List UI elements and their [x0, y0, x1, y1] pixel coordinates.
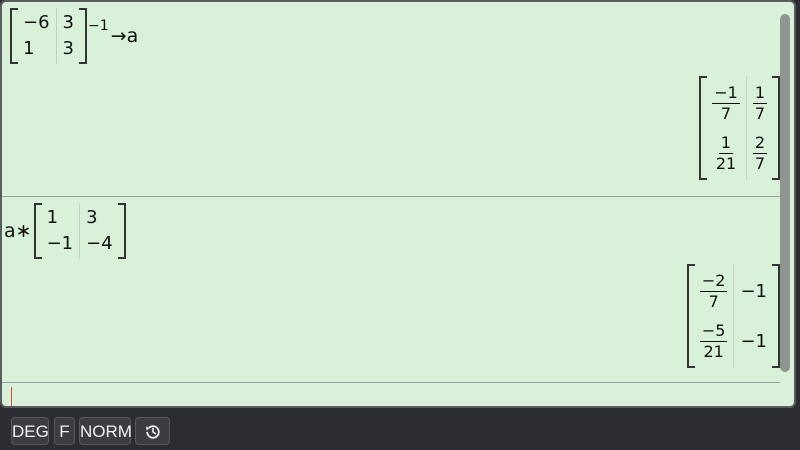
matrix-cell: 1 21 [712, 128, 740, 178]
history-scrollbar[interactable] [780, 14, 790, 372]
matrix-column: 3 3 [55, 8, 80, 64]
history-icon [145, 425, 160, 439]
matrix-cell: 1 [46, 207, 59, 228]
numerator: −2 [699, 270, 728, 292]
matrix-column: 1 −1 [41, 203, 80, 259]
matrix-cell: 2 7 [752, 128, 767, 178]
history-entry[interactable]: −6 1 3 3 −1 → a −1 7 1 21 1 7 2 7 [2, 2, 780, 197]
fraction: 1 21 [714, 133, 738, 174]
store-arrow: → [110, 25, 127, 47]
denominator: 7 [720, 103, 732, 123]
numerator: 2 [752, 132, 767, 154]
result-matrix: −2 7 −5 21 −1 −1 [686, 264, 781, 368]
history-button[interactable] [135, 417, 170, 445]
fraction: −5 21 [699, 320, 728, 362]
format-mode-button[interactable]: F [54, 417, 75, 445]
matrix-cell: 3 [62, 38, 74, 59]
fraction: 1 7 [752, 82, 767, 124]
matrix-cell: 3 [86, 207, 98, 228]
matrix-column: 3 −4 [79, 203, 119, 259]
matrix-column: 1 7 2 7 [745, 76, 773, 180]
entry-result: −1 7 1 21 1 7 2 7 [699, 76, 780, 180]
matrix-cell: −1 7 [712, 78, 740, 128]
fraction: −2 7 [699, 270, 728, 312]
angle-mode-button[interactable]: DEG [11, 417, 49, 445]
expression-prefix: a∗ [4, 220, 32, 242]
fraction: 2 7 [752, 132, 767, 174]
display-mode-button[interactable]: NORM [79, 417, 132, 445]
fraction: −1 7 [712, 83, 740, 124]
calculator-screen: −6 1 3 3 −1 → a −1 7 1 21 1 7 2 7 a∗ 1 −… [0, 0, 796, 408]
denominator: 21 [715, 153, 737, 173]
matrix-column: −1 −1 [733, 264, 773, 368]
result-matrix: −1 7 1 21 1 7 2 7 [699, 76, 780, 180]
matrix-cell: −1 [740, 280, 767, 302]
matrix-cell: −2 7 [699, 266, 728, 316]
matrix-column: −1 7 1 21 [706, 76, 746, 180]
denominator: 7 [708, 291, 719, 311]
matrix-cell: 1 [23, 38, 35, 59]
matrix-cell: −6 [23, 12, 50, 33]
numerator: −1 [712, 82, 740, 104]
numerator: −5 [699, 320, 728, 342]
matrix-cell: 3 [62, 12, 74, 33]
denominator: 7 [754, 153, 765, 173]
matrix-column: −2 7 −5 21 [694, 264, 734, 368]
entry-result: −2 7 −5 21 −1 −1 [686, 264, 781, 368]
text-cursor [11, 387, 12, 406]
inverse-exponent: −1 [88, 18, 109, 34]
entry-line[interactable] [2, 383, 780, 406]
matrix-cell: 1 7 [752, 78, 767, 128]
entry-input: −6 1 3 3 −1 → a [10, 8, 138, 64]
matrix-cell: −1 [740, 330, 767, 352]
denominator: 7 [754, 103, 765, 123]
variable-name: a [126, 25, 139, 47]
input-matrix: −6 1 3 3 [10, 8, 87, 64]
matrix-cell: −5 21 [699, 316, 728, 366]
entry-input: a∗ 1 −1 3 −4 [4, 203, 126, 259]
history-entry[interactable]: a∗ 1 −1 3 −4 −2 7 −5 21 −1 −1 [2, 197, 781, 383]
matrix-cell: −1 [46, 233, 74, 254]
input-matrix: 1 −1 3 −4 [33, 203, 126, 259]
numerator: 1 [718, 132, 734, 154]
denominator: 21 [703, 341, 724, 361]
numerator: 1 [752, 82, 767, 104]
matrix-cell: −4 [86, 233, 113, 254]
status-bar: DEG F NORM [0, 412, 800, 450]
matrix-column: −6 1 [17, 8, 56, 64]
